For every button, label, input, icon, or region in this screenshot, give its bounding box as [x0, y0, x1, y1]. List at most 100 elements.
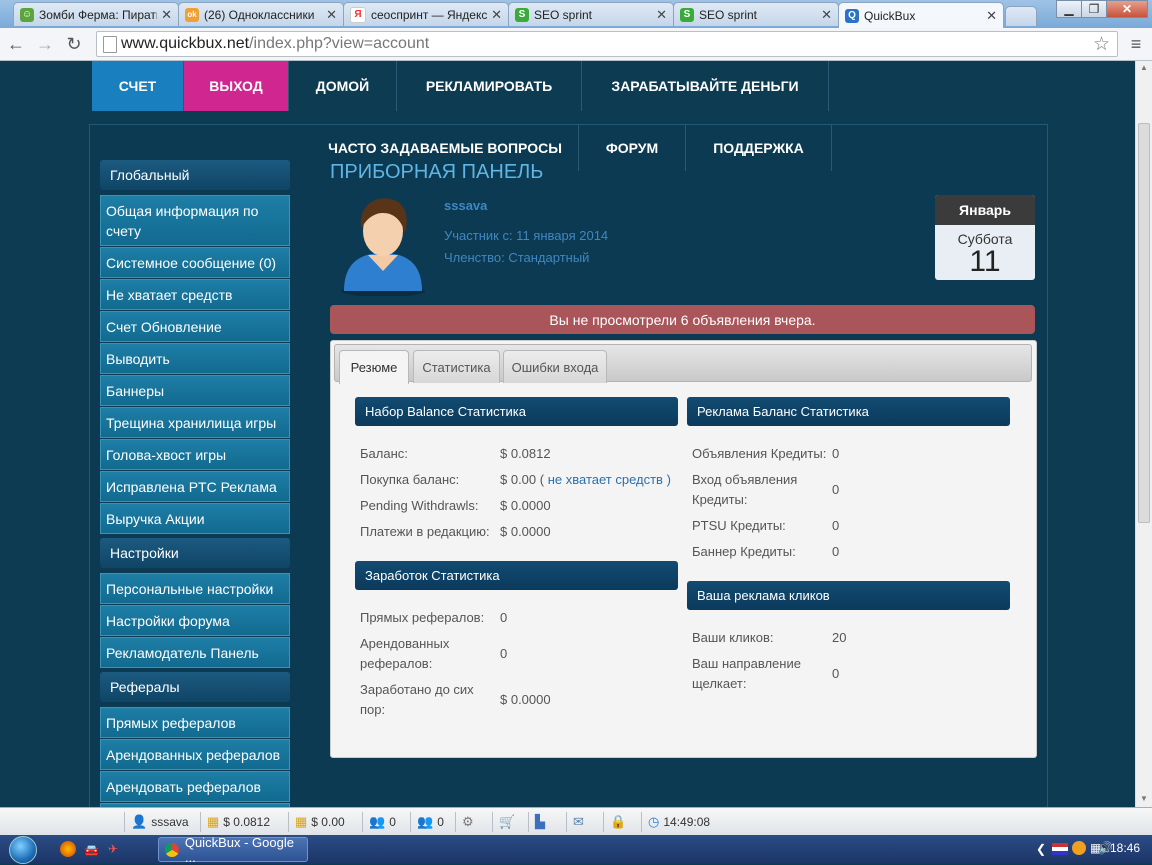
users-icon: 👥: [369, 814, 386, 829]
tray-expand-icon[interactable]: ❮: [1036, 842, 1046, 856]
ptsu-credits-label: PTSU Кредиты:: [692, 518, 786, 533]
close-icon[interactable]: ✕: [326, 7, 337, 23]
page-icon: [103, 36, 117, 53]
sidebar-item-withdraw[interactable]: Выводить: [100, 343, 290, 374]
sidebar-item-account-upgrade[interactable]: Счет Обновление: [100, 311, 290, 342]
address-bar[interactable]: www.quickbux.net/index.php?view=account …: [96, 31, 1118, 57]
nav-home[interactable]: ДОМОЙ: [289, 61, 397, 111]
browser-tab[interactable]: S SEO sprint ✕: [508, 2, 674, 26]
scrollbar-thumb[interactable]: [1138, 123, 1150, 523]
section-earnings-head: Заработок Статистика: [355, 561, 678, 590]
direct-referrals-label: Прямых рефералов:: [360, 610, 485, 625]
main-nav: СЧЕТ ВЫХОД ДОМОЙ РЕКЛАМИРОВАТЬ ЗАРАБАТЫВ…: [92, 61, 829, 111]
sidebar-item-rented-referrals[interactable]: Арендованных рефералов: [100, 739, 290, 770]
qb-purchase-balance[interactable]: ▦ $ 0.00: [288, 812, 358, 832]
close-icon[interactable]: ✕: [656, 7, 667, 23]
browser-tab-active[interactable]: Q QuickBux ✕: [838, 2, 1004, 28]
taskbar-chrome-window[interactable]: QuickBux - Google ...: [158, 835, 308, 865]
window-close-icon[interactable]: ✕: [1106, 0, 1148, 18]
qb-stats[interactable]: ▙: [528, 812, 562, 832]
menu-icon[interactable]: ≡: [1124, 32, 1148, 56]
url-path: /index.php?view=account: [249, 35, 430, 52]
close-icon[interactable]: ✕: [161, 7, 172, 23]
lock-icon: 🔒: [610, 814, 627, 829]
alert-banner: Вы не просмотрели 6 объявления вчера.: [330, 305, 1035, 334]
system-clock[interactable]: 18:46: [1110, 841, 1140, 855]
close-icon[interactable]: ✕: [491, 7, 502, 23]
forward-icon[interactable]: →: [33, 32, 57, 56]
page-scrollbar[interactable]: ▲ ▼: [1135, 61, 1152, 807]
url-host: www.quickbux.net: [121, 35, 250, 52]
nav-forum[interactable]: ФОРУМ: [579, 125, 686, 171]
banner-credits-label: Баннер Кредиты:: [692, 544, 796, 559]
sidebar-item-banners[interactable]: Баннеры: [100, 375, 290, 406]
qb-settings[interactable]: ⚙: [455, 812, 489, 832]
cart-icon: 🛒: [499, 814, 516, 829]
reload-icon[interactable]: ↻: [62, 32, 86, 56]
qb-rented-refs[interactable]: 👥 0: [410, 812, 446, 832]
qb-balance[interactable]: ▦ $ 0.0812: [200, 812, 284, 832]
browser-tab[interactable]: ☺ Зомби Ферма: Пираты ✕: [13, 2, 179, 26]
qb-clock: ◷ 14:49:08: [641, 812, 731, 832]
nav-earn-money[interactable]: ЗАРАБАТЫВАЙТЕ ДЕНЬГИ: [582, 61, 829, 111]
sidebar-item-shares-revenue[interactable]: Выручка Акции: [100, 503, 290, 534]
tab-summary[interactable]: Резюме: [339, 350, 409, 384]
qb-lock[interactable]: 🔒: [603, 812, 637, 832]
tab-login-errors[interactable]: Ошибки входа: [503, 350, 607, 383]
rented-referrals-value: 0: [500, 646, 508, 661]
nav-advertise[interactable]: РЕКЛАМИРОВАТЬ: [397, 61, 582, 111]
username[interactable]: sssava: [444, 198, 487, 213]
close-icon[interactable]: ✕: [821, 7, 832, 23]
calendar-date: 11: [969, 245, 1001, 278]
browser-tab-strip: ☺ Зомби Ферма: Пираты ✕ ok (26) Одноклас…: [0, 0, 1152, 28]
sidebar-item-advertiser-panel[interactable]: Рекламодатель Панель: [100, 637, 290, 668]
sidebar-item-fixed-ptc[interactable]: Исправлена PTC Реклама: [100, 471, 290, 502]
nav-support[interactable]: ПОДДЕРЖКА: [686, 125, 832, 171]
coins-icon: ▦: [295, 814, 308, 829]
browser-quicklaunch-icon[interactable]: [60, 841, 76, 857]
zombie-farm-favicon-icon: ☺: [20, 7, 34, 22]
close-icon[interactable]: ✕: [986, 8, 997, 24]
nav-account[interactable]: СЧЕТ: [92, 61, 184, 111]
sidebar-item-direct-referrals[interactable]: Прямых рефералов: [100, 707, 290, 738]
bookmark-star-icon[interactable]: ☆: [1093, 33, 1110, 56]
sidebar-item-vault-game[interactable]: Трещина хранилища игры: [100, 407, 290, 438]
qb-direct-refs[interactable]: 👥 0: [362, 812, 398, 832]
language-flag-icon[interactable]: [1052, 843, 1068, 855]
stats-panel: Резюме Статистика Ошибки входа Набор Bal…: [330, 340, 1037, 758]
app-quicklaunch-icon[interactable]: ✈: [108, 842, 118, 856]
scroll-up-icon[interactable]: ▲: [1140, 63, 1148, 72]
sidebar-item-system-messages[interactable]: Системное сообщение (0): [100, 247, 290, 278]
tray-app-icon[interactable]: [1072, 841, 1086, 855]
member-since: Участник с: 11 января 2014: [444, 228, 609, 243]
section-clicks-head: Ваша реклама кликов: [687, 581, 1010, 610]
qb-user[interactable]: 👤 sssava: [124, 812, 200, 832]
url-text: www.quickbux.net/index.php?view=account: [121, 35, 429, 53]
sidebar-item-forum-settings[interactable]: Настройки форума: [100, 605, 290, 636]
scroll-down-icon[interactable]: ▼: [1140, 794, 1148, 803]
sidebar-item-account-info[interactable]: Общая информация по счету: [100, 195, 290, 246]
browser-tab[interactable]: ok (26) Одноклассники ✕: [178, 2, 344, 26]
chrome-icon: [165, 842, 179, 857]
purchase-balance-amount: $ 0.00 (: [500, 472, 545, 487]
insufficient-funds-link[interactable]: не хватает средств: [548, 472, 663, 487]
maximize-icon[interactable]: ❐: [1081, 0, 1107, 18]
browser-tab[interactable]: S SEO sprint ✕: [673, 2, 839, 26]
browser-tab[interactable]: Я сеоспринт — Яндекс: ✕: [343, 2, 509, 26]
minimize-icon[interactable]: ▁: [1056, 0, 1082, 18]
car-quicklaunch-icon[interactable]: 🚘: [84, 843, 99, 857]
sidebar-item-personal-settings[interactable]: Персональные настройки: [100, 573, 290, 604]
nav-logout[interactable]: ВЫХОД: [184, 61, 289, 111]
qb-messages[interactable]: ✉: [566, 812, 600, 832]
seosprint-favicon-icon: S: [680, 7, 694, 22]
sidebar-item-heads-tails-game[interactable]: Голова-хвост игры: [100, 439, 290, 470]
start-button[interactable]: [4, 835, 42, 864]
sidebar-item-insufficient-funds[interactable]: Не хватает средств: [100, 279, 290, 310]
new-tab-button[interactable]: [1005, 6, 1037, 26]
back-icon[interactable]: ←: [4, 32, 28, 56]
qb-cart[interactable]: 🛒: [492, 812, 526, 832]
tab-statistics[interactable]: Статистика: [413, 350, 500, 383]
referral-clicks-value: 0: [832, 666, 840, 681]
panel-tabbar: Резюме Статистика Ошибки входа: [334, 344, 1032, 384]
sidebar-item-rent-referrals[interactable]: Арендовать рефералов: [100, 771, 290, 802]
